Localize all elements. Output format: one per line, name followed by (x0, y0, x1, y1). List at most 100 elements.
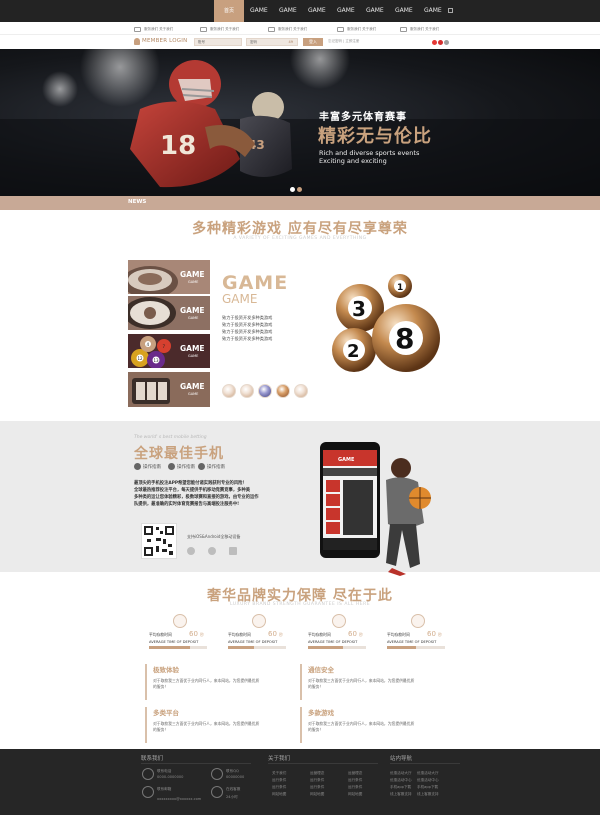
social-icon[interactable] (432, 40, 437, 45)
social-icon[interactable] (438, 40, 443, 45)
feature-card: 多类平台 对于取款我三方面优于业内同行人，来本网站，为您提供最优质的服务！ (145, 707, 295, 743)
nav-home[interactable]: 首页 (214, 0, 244, 22)
slide-indicator-active[interactable] (290, 187, 295, 192)
slide-indicator[interactable] (297, 187, 302, 192)
news-bar (0, 196, 600, 210)
info-link-group[interactable]: 服务我们 关于我们 (400, 25, 439, 33)
svg-text:GAME: GAME (338, 457, 355, 463)
stat-card: 平均存款时间 60 秒 AVERAGE TIME OF DEPOSIT (149, 614, 229, 654)
footer-link[interactable]: 网站地图 (348, 792, 362, 797)
guide-link[interactable]: 操作指南 (134, 463, 161, 472)
mobile-description: 多种类的运让您体验精彩，极数球赛和直接的游戏，由专业的运作 (134, 495, 259, 500)
footer-link[interactable]: 优惠活动中心 (390, 778, 412, 783)
footer-link[interactable]: 网站地图 (272, 792, 286, 797)
game-thumb[interactable] (240, 384, 254, 398)
nav-item-game[interactable]: GAME (308, 0, 326, 22)
html5-icon[interactable] (229, 547, 237, 555)
social-icon[interactable] (444, 40, 449, 45)
progress-fill (149, 646, 190, 649)
stat-card: 平均存款时间 60 秒 AVERAGE TIME OF DEPOSIT (387, 614, 467, 654)
login-links[interactable]: 忘记密码 | 立即注册 (328, 39, 359, 44)
footer-link[interactable]: 线上客服支持 (417, 792, 439, 797)
footer-link[interactable]: 运行条件 (310, 778, 324, 783)
phone-icon (142, 768, 154, 780)
info-link-group[interactable]: 服务我们 关于我们 (134, 25, 173, 33)
chat-icon (211, 786, 223, 798)
info-bar: 服务我们 关于我们 服务我们 关于我们 服务我们 关于我们 服务我们 关于我们 … (0, 22, 600, 35)
game-description: 致力于投资开发多种类游戏 (222, 329, 273, 334)
game-thumb[interactable] (222, 384, 236, 398)
nav-item-game[interactable]: GAME (337, 0, 355, 22)
footer-link[interactable]: 运营理念 (310, 771, 324, 776)
mobile-description: 队提供，最准确的实时体育竞赛报告与高端投注服务中! (134, 502, 240, 507)
info-link-group[interactable]: 服务我们 关于我们 (337, 25, 376, 33)
game-tile[interactable]: 12 13 4 7 GAME GAME (128, 334, 210, 368)
apple-icon[interactable] (187, 547, 195, 555)
username-field[interactable]: 账号 (194, 38, 242, 46)
clock-icon (252, 614, 266, 628)
nav-item-game[interactable]: GAME (395, 0, 413, 22)
game-thumb[interactable] (276, 384, 290, 398)
game-thumb[interactable] (258, 384, 272, 398)
clock-icon (332, 614, 346, 628)
divider (141, 763, 251, 764)
mobile-title: 全球最佳手机 (134, 446, 224, 462)
bag-icon (134, 26, 141, 32)
game-tile[interactable]: GAME GAME (128, 372, 210, 407)
stat-card: 平均存款时间 60 秒 AVERAGE TIME OF DEPOSIT (228, 614, 308, 654)
footer-link[interactable]: 优惠活动大厅 (417, 771, 439, 776)
laptop-icon (268, 26, 275, 32)
footer-link[interactable]: 优惠活动中心 (417, 778, 439, 783)
footer-link[interactable]: 优惠活动大厅 (390, 771, 412, 776)
banner-tagline: Exciting and exciting (319, 157, 387, 165)
footer-link[interactable]: 关于我们 (272, 771, 286, 776)
footer-link[interactable]: 运行条件 (272, 785, 286, 790)
svg-text:8: 8 (395, 322, 414, 355)
footer-link[interactable]: 线上客服支持 (390, 792, 412, 797)
nav-item-game[interactable]: GAME (366, 0, 384, 22)
games-section-title: 多种精彩游戏 应有尽有尽享尊荣 (192, 221, 408, 237)
game-description: 致力于投资开发多种类游戏 (222, 315, 273, 320)
nav-item-game[interactable]: GAME (250, 0, 268, 22)
info-link-group[interactable]: 服务我们 关于我们 (200, 25, 239, 33)
qr-code-icon (144, 526, 174, 556)
lottery-balls-image: 1 3 2 8 (332, 274, 440, 372)
game-thumb[interactable] (294, 384, 308, 398)
footer-link[interactable]: 手机app下载 (390, 785, 411, 790)
android-icon[interactable] (208, 547, 216, 555)
mobile-section (0, 421, 600, 572)
progress-bar (387, 646, 445, 649)
footer-link[interactable]: 网站地图 (310, 792, 324, 797)
guide-icon (198, 463, 205, 470)
svg-text:13: 13 (154, 358, 160, 363)
member-login-label: MEMBER LOGIN (142, 38, 188, 44)
captcha-code: 49 (288, 40, 293, 44)
footer-link[interactable]: 运营理念 (348, 771, 362, 776)
info-link-group[interactable]: 服务我们 关于我们 (268, 25, 307, 33)
news-label[interactable]: NEWS (128, 199, 146, 205)
user-icon (134, 38, 140, 45)
mobile-description: 全球最热推荐投注平台，每天提供手机移动竞赛竞事，多种美 (134, 488, 251, 493)
guide-icon (134, 463, 141, 470)
footer-link[interactable]: 运行条件 (348, 785, 362, 790)
progress-bar (149, 646, 207, 649)
footer-link[interactable]: 运行条件 (272, 778, 286, 783)
guide-link[interactable]: 操作指南 (168, 463, 195, 472)
password-field[interactable]: 密码 49 (246, 38, 298, 46)
game-tile[interactable]: GAME GAME (128, 296, 210, 330)
feature-card: 多款游戏 对于取款我三方面优于业内同行人，来本网站，为您提供最优质的服务！ (300, 707, 450, 743)
guide-link[interactable]: 操作指南 (198, 463, 225, 472)
nav-item-game[interactable]: GAME (279, 0, 297, 22)
svg-text:2: 2 (347, 341, 360, 362)
game-tile[interactable]: GAME GAME (128, 260, 210, 294)
footer-link[interactable]: 手机app下载 (417, 785, 438, 790)
login-button[interactable]: 登入 (303, 38, 323, 46)
feature-card: 极致体验 对于取款我三方面优于业内同行人，来本网站，为您提供最优质的服务！ (145, 664, 295, 700)
nav-item-game[interactable]: GAME (424, 0, 442, 22)
banner-title: 丰富多元体育赛事 (319, 112, 407, 123)
footer-link[interactable]: 运行条件 (348, 778, 362, 783)
diamond-icon (337, 26, 344, 32)
menu-icon[interactable] (448, 8, 453, 13)
feature-card: 通信安全 对于取款我三方面优于业内同行人，来本网站，为您提供最优质的服务！ (300, 664, 450, 700)
footer-link[interactable]: 运行条件 (310, 785, 324, 790)
